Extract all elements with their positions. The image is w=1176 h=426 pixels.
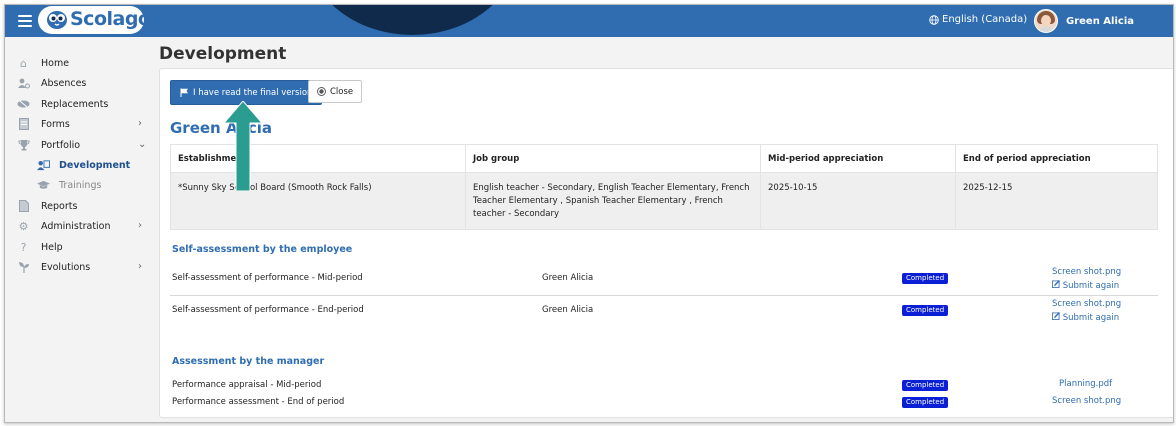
column-header: Job group [465, 144, 761, 173]
close-label: Close [330, 86, 354, 97]
top-bar: Scolago English (Canada) Green Alicia [5, 5, 1173, 37]
replacements-icon [17, 98, 30, 110]
sprout-icon [17, 261, 30, 273]
assessment-name: Self-assessment of performance - Mid-per… [172, 273, 363, 283]
divider [170, 295, 1158, 296]
sidebar-item-label: Portfolio [41, 140, 81, 151]
chevron-right-icon: › [138, 118, 142, 129]
sidebar-item-portfolio[interactable]: Portfolio ⌄ [5, 135, 155, 155]
sidebar-item-label: Reports [41, 201, 78, 212]
establishment-cell: *Sunny Sky School Board (Smooth Rock Fal… [170, 172, 466, 230]
owl-logo-icon [47, 11, 67, 29]
sidebar-item-label: Forms [41, 119, 70, 130]
reports-icon [17, 200, 30, 212]
assessment-name: Performance appraisal - Mid-period [172, 380, 322, 390]
sidebar-item-help[interactable]: ? Help [5, 237, 155, 257]
status-badge: Completed [902, 305, 949, 316]
flag-icon [180, 88, 188, 97]
sidebar-item-label: Trainings [59, 180, 102, 191]
sidebar: ⌂ Home Absences Replacements Forms › Por… [5, 37, 155, 422]
sidebar-item-trainings[interactable]: Trainings [5, 175, 155, 195]
sidebar-item-home[interactable]: ⌂ Home [5, 53, 155, 73]
assessment-person: Green Alicia [542, 305, 594, 315]
table-row: *Sunny Sky School Board (Smooth Rock Fal… [170, 172, 1158, 230]
submit-again-link[interactable]: Submit again [1052, 280, 1119, 291]
globe-icon [929, 14, 939, 25]
logo-text: Scolago [70, 8, 151, 30]
chevron-right-icon: › [138, 220, 142, 231]
graduation-cap-icon [37, 179, 50, 191]
sidebar-item-label: Development [59, 160, 131, 171]
development-card: I have read the final version Close Gree… [159, 68, 1173, 418]
sidebar-item-evolutions[interactable]: Evolutions › [5, 257, 155, 277]
end-period-cell: 2025-12-15 [955, 172, 1158, 230]
sidebar-item-label: Absences [41, 78, 87, 89]
sidebar-item-absences[interactable]: Absences [5, 73, 155, 93]
submit-again-link[interactable]: Submit again [1052, 312, 1119, 323]
job-group-cell: English teacher - Secondary, English Tea… [465, 172, 761, 230]
hamburger-menu-icon[interactable] [18, 12, 32, 28]
status-badge: Completed [902, 380, 949, 391]
pointer-arrow-icon [223, 101, 263, 191]
language-label: English (Canada) [942, 14, 1028, 25]
absences-icon [17, 77, 30, 89]
sidebar-item-replacements[interactable]: Replacements [5, 94, 155, 114]
assessment-person: Green Alicia [542, 273, 594, 283]
sidebar-item-administration[interactable]: ⚙ Administration › [5, 216, 155, 236]
table-header-row: Establishment Job group Mid-period appre… [170, 144, 1158, 173]
sidebar-item-label: Administration [41, 221, 111, 232]
column-header: Establishment [170, 144, 466, 173]
sidebar-item-label: Home [41, 58, 70, 69]
status-badge: Completed [902, 273, 949, 284]
home-icon: ⌂ [20, 56, 27, 70]
sidebar-item-label: Replacements [41, 99, 109, 110]
sidebar-item-reports[interactable]: Reports [5, 196, 155, 216]
close-circle-icon [317, 87, 326, 96]
forms-icon [17, 118, 30, 130]
file-link[interactable]: Screen shot.png [1052, 267, 1121, 277]
development-icon [37, 159, 50, 171]
trophy-icon [17, 139, 30, 151]
app-window: Scolago English (Canada) Green Alicia ⌂ … [4, 4, 1174, 423]
edit-icon [1052, 312, 1060, 320]
mid-period-cell: 2025-10-15 [760, 172, 956, 230]
column-header: Mid-period appreciation [760, 144, 956, 173]
chevron-right-icon: › [138, 261, 142, 272]
submit-again-label: Submit again [1062, 313, 1120, 323]
close-button[interactable]: Close [308, 80, 363, 103]
file-link[interactable]: Planning.pdf [1059, 379, 1112, 389]
status-badge: Completed [902, 397, 949, 408]
chevron-down-icon: ⌄ [138, 139, 147, 150]
sidebar-item-forms[interactable]: Forms › [5, 114, 155, 134]
user-menu[interactable]: Green Alicia [1034, 9, 1134, 33]
file-link[interactable]: Screen shot.png [1052, 396, 1121, 406]
avatar [1034, 9, 1058, 33]
manager-assessment-title: Assessment by the manager [172, 356, 325, 367]
file-link[interactable]: Screen shot.png [1052, 299, 1121, 309]
header-decoration [305, 5, 520, 35]
user-name: Green Alicia [1066, 15, 1135, 27]
page-title: Development [159, 44, 287, 64]
submit-again-label: Submit again [1062, 281, 1120, 291]
language-selector[interactable]: English (Canada) [929, 14, 1027, 25]
assessment-name: Self-assessment of performance - End-per… [172, 305, 364, 315]
sidebar-item-development[interactable]: Development [5, 155, 155, 175]
sidebar-item-label: Evolutions [41, 262, 91, 273]
help-icon: ? [20, 240, 27, 254]
assessment-name: Performance assessment - End of period [172, 397, 345, 407]
info-table: Establishment Job group Mid-period appre… [170, 144, 1158, 230]
read-final-version-label: I have read the final version [193, 87, 313, 98]
self-assessment-title: Self-assessment by the employee [172, 244, 353, 255]
gear-icon: ⚙ [18, 219, 29, 233]
column-header: End of period appreciation [955, 144, 1158, 173]
sidebar-item-label: Help [41, 242, 63, 253]
edit-icon [1052, 280, 1060, 288]
